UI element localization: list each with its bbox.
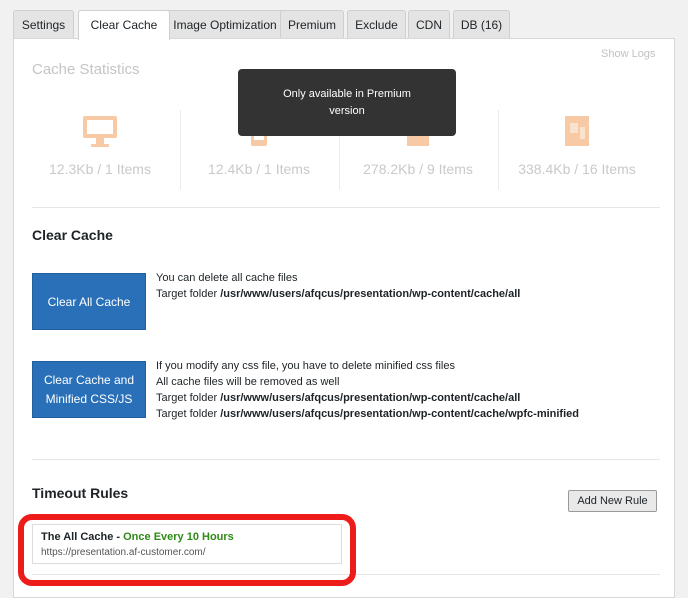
section-divider [32, 459, 660, 460]
show-logs-link[interactable]: Show Logs [601, 48, 655, 60]
stat-mobile-value: 12.4Kb / 1 Items [208, 161, 310, 177]
tooltip-line-2: version [329, 105, 365, 117]
clear-minified-label-2: Minified CSS/JS [45, 392, 133, 406]
stat-css-value: 278.2Kb / 9 Items [363, 161, 473, 177]
clear-cache-minified-button[interactable]: Clear Cache and Minified CSS/JS [32, 361, 146, 418]
highlight-annotation [18, 514, 356, 586]
stat-desktop: 12.3Kb / 1 Items [20, 108, 180, 190]
clear-minified-target-folder-1: Target folder /usr/www/users/afqcus/pres… [156, 392, 521, 404]
tab-clear-cache[interactable]: Clear Cache [78, 10, 170, 40]
clear-minified-target-folder-2: Target folder /usr/www/users/afqcus/pres… [156, 408, 579, 420]
stat-js: 338.4Kb / 16 Items [497, 108, 657, 190]
tab-cdn[interactable]: CDN [408, 10, 450, 39]
premium-only-tooltip: Only available in Premium version [238, 69, 456, 136]
add-new-rule-button[interactable]: Add New Rule [568, 490, 657, 512]
tab-premium[interactable]: Premium [280, 10, 344, 39]
desktop-icon [81, 114, 119, 155]
timeout-rules-title: Timeout Rules [32, 485, 129, 501]
tab-settings[interactable]: Settings [13, 10, 74, 39]
tab-db[interactable]: DB (16) [453, 10, 510, 39]
stat-desktop-value: 12.3Kb / 1 Items [49, 161, 151, 177]
clear-cache-title: Clear Cache [32, 227, 113, 243]
tab-exclude[interactable]: Exclude [347, 10, 406, 39]
clear-all-target-folder: Target folder /usr/www/users/afqcus/pres… [156, 288, 521, 300]
tab-image-optimization[interactable]: Image Optimization [161, 10, 289, 39]
clear-all-cache-button[interactable]: Clear All Cache [32, 273, 146, 330]
section-divider [32, 207, 660, 208]
clear-all-description: You can delete all cache files Target fo… [156, 270, 520, 302]
cache-statistics-title: Cache Statistics [32, 61, 140, 78]
tooltip-line-1: Only available in Premium [283, 88, 411, 100]
clear-minified-desc-line-2: All cache files will be removed as well [156, 376, 340, 388]
clear-all-desc-line: You can delete all cache files [156, 272, 298, 284]
clear-minified-label-1: Clear Cache and [43, 373, 135, 387]
stat-js-value: 338.4Kb / 16 Items [518, 161, 636, 177]
js-file-icon [561, 114, 593, 155]
clear-minified-description: If you modify any css file, you have to … [156, 358, 579, 422]
clear-minified-desc-line-1: If you modify any css file, you have to … [156, 360, 455, 372]
